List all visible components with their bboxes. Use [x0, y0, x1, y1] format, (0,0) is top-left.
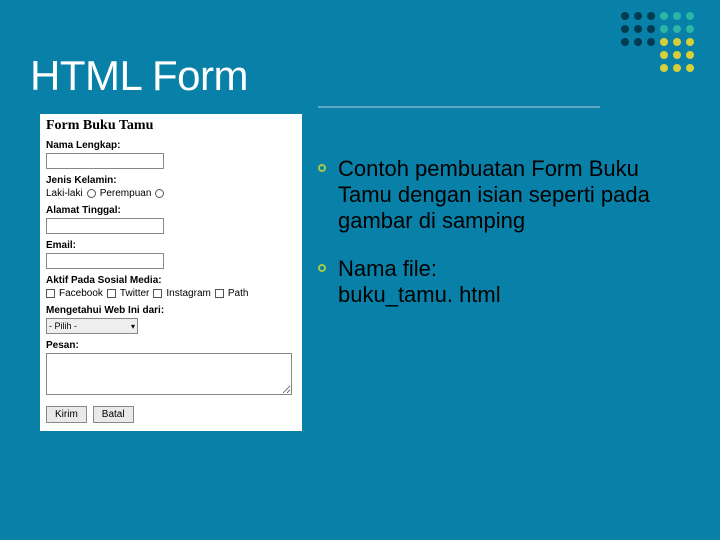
select-sumber-value: - Pilih -: [49, 321, 77, 331]
check-label-path: Path: [228, 288, 249, 299]
label-jk: Jenis Kelamin:: [46, 175, 296, 186]
input-nama[interactable]: [46, 153, 164, 169]
check-twitter[interactable]: [107, 289, 116, 298]
reset-button[interactable]: Batal: [93, 406, 134, 423]
filename-value: buku_tamu. html: [338, 282, 501, 307]
check-label-twitter: Twitter: [120, 288, 149, 299]
check-instagram[interactable]: [153, 289, 162, 298]
bullet-desc: Contoh pembuatan Form Buku Tamu dengan i…: [338, 156, 666, 234]
label-sumber: Mengetahui Web Ini dari:: [46, 305, 296, 316]
chevron-down-icon: ▾: [131, 322, 135, 331]
radio-label-perempuan: Perempuan: [100, 188, 152, 199]
check-path[interactable]: [215, 289, 224, 298]
form-preview: Form Buku Tamu Nama Lengkap: Jenis Kelam…: [40, 114, 302, 431]
textarea-pesan[interactable]: [46, 353, 292, 395]
filename-label: Nama file:: [338, 256, 437, 281]
input-email[interactable]: [46, 253, 164, 269]
label-sosmed: Aktif Pada Sosial Media:: [46, 275, 296, 286]
slide-title: HTML Form: [30, 52, 248, 100]
select-sumber[interactable]: - Pilih - ▾: [46, 318, 138, 334]
radio-label-laki: Laki-laki: [46, 188, 83, 199]
check-label-facebook: Facebook: [59, 288, 103, 299]
bullet-icon: [318, 164, 326, 172]
label-nama: Nama Lengkap:: [46, 140, 296, 151]
radio-laki[interactable]: [87, 189, 96, 198]
submit-button[interactable]: Kirim: [46, 406, 87, 423]
bullet-list: Contoh pembuatan Form Buku Tamu dengan i…: [318, 156, 666, 330]
radio-perempuan[interactable]: [155, 189, 164, 198]
label-email: Email:: [46, 240, 296, 251]
bullet-icon: [318, 264, 326, 272]
form-heading: Form Buku Tamu: [46, 118, 296, 134]
label-pesan: Pesan:: [46, 340, 296, 351]
label-alamat: Alamat Tinggal:: [46, 205, 296, 216]
decoration-dots: [621, 12, 696, 74]
check-facebook[interactable]: [46, 289, 55, 298]
bullet-filename: Nama file: buku_tamu. html: [338, 256, 501, 308]
check-label-instagram: Instagram: [166, 288, 210, 299]
input-alamat[interactable]: [46, 218, 164, 234]
title-underline: [318, 106, 600, 108]
